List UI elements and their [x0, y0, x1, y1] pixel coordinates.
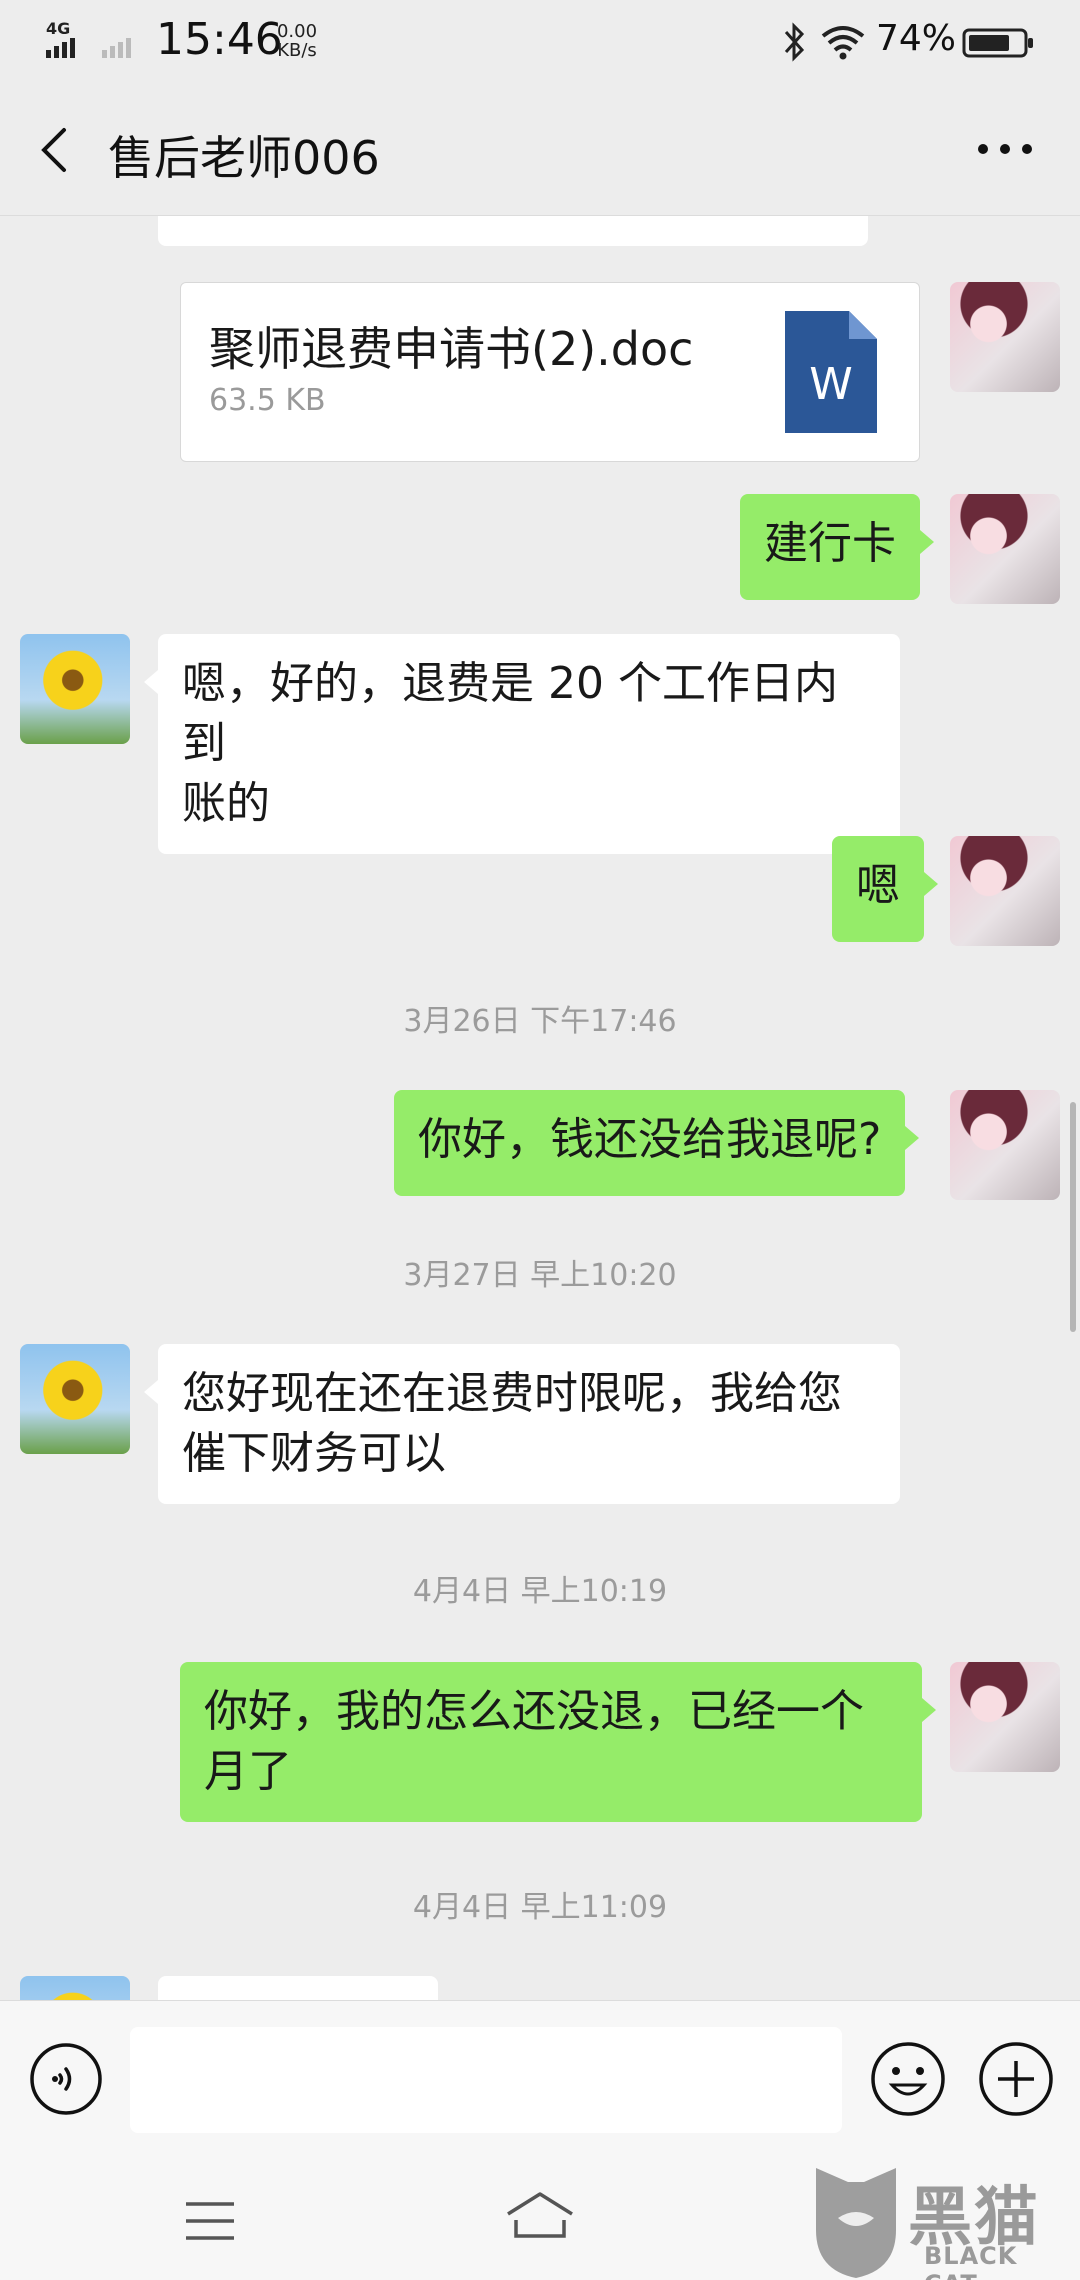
clock: 15:46 [156, 14, 283, 65]
my-message-bubble[interactable]: 建行卡 [740, 494, 934, 600]
file-message[interactable]: 聚师退费申请书(2).doc 63.5 KB W [180, 282, 920, 462]
message-text: 您好现在还在退费时限呢，我给您 [182, 1368, 842, 1419]
file-icon-letter: W [809, 359, 853, 410]
menu-icon [186, 2202, 234, 2240]
black-cat-watermark: 黑猫 BLACK CAT [808, 2160, 1080, 2280]
speed-unit: KB/s [277, 40, 317, 61]
plus-icon [979, 2042, 1053, 2116]
my-avatar[interactable] [950, 282, 1060, 392]
message-text: 嗯，好的，退费是 20 个工作日内到 [182, 658, 838, 769]
my-avatar[interactable] [950, 1090, 1060, 1200]
contact-message-bubble[interactable]: 您好现在还在退费时限呢，我给您 催下财务可以 [144, 1344, 900, 1504]
my-avatar[interactable] [950, 1662, 1060, 1772]
partial-message-bubble[interactable] [158, 1976, 438, 2000]
message-text: 月了 [204, 1746, 292, 1797]
scrollbar-thumb[interactable] [1070, 1102, 1076, 1332]
chat-title: 售后老师006 [108, 131, 380, 185]
chat-message-list[interactable]: 聚师退费申请书(2).doc 63.5 KB W 建行卡 嗯，好的，退费是 20… [0, 216, 1080, 2000]
chevron-left-icon [41, 128, 66, 172]
my-avatar[interactable] [950, 836, 1060, 946]
message-timestamp: 3月26日 下午17:46 [403, 1004, 677, 1039]
message-timestamp: 4月4日 早上10:19 [412, 1574, 668, 1609]
home-key[interactable] [502, 2190, 578, 2246]
back-button[interactable] [30, 120, 90, 180]
word-doc-icon: W [785, 311, 877, 433]
voice-button[interactable] [28, 2041, 104, 2117]
network-speed: 0.00 KB/s [272, 22, 322, 60]
my-message-bubble[interactable]: 你好，钱还没给我退呢? [394, 1090, 920, 1196]
chat-header: 售后老师006 [0, 84, 1080, 216]
partial-message-bubble [158, 216, 868, 246]
more-dots-icon [978, 144, 1032, 154]
contact-avatar[interactable] [20, 1344, 130, 1454]
emoji-button[interactable] [868, 2039, 948, 2119]
watermark-subtext: BLACK CAT [924, 2242, 1018, 2280]
menu-key[interactable] [182, 2196, 238, 2246]
message-text: 你好，钱还没给我退呢? [418, 1114, 882, 1165]
my-message-bubble[interactable]: 你好，我的怎么还没退，已经一个 月了 [180, 1662, 936, 1822]
message-text: 催下财务可以 [182, 1428, 446, 1479]
emoji-icon [871, 2042, 945, 2116]
bluetooth-icon [780, 22, 808, 66]
speed-value: 0.00 [276, 21, 318, 42]
battery-icon [962, 26, 1036, 64]
home-icon [507, 2192, 573, 2238]
signal-icon: 4G [44, 19, 144, 64]
my-message-bubble[interactable]: 嗯 [832, 836, 938, 942]
message-timestamp: 3月27日 早上10:20 [403, 1258, 677, 1293]
more-button[interactable] [970, 124, 1040, 174]
battery-percent: 74% [876, 18, 957, 59]
message-text: 账的 [182, 778, 270, 829]
message-input-bar [0, 2000, 1080, 2160]
voice-icon [30, 2043, 102, 2115]
message-input[interactable] [130, 2027, 842, 2133]
file-name: 聚师退费申请书(2).doc [209, 322, 694, 376]
network-label: 4G [46, 20, 70, 38]
message-text: 你好，我的怎么还没退，已经一个 [204, 1686, 864, 1737]
plus-button[interactable] [976, 2039, 1056, 2119]
cat-logo-icon [816, 2168, 896, 2278]
wifi-icon [820, 22, 866, 66]
file-size: 63.5 KB [209, 383, 326, 418]
message-text: 嗯 [856, 860, 900, 911]
status-bar: 4G 15:46 0.00 KB/s 74% [0, 0, 1080, 84]
contact-avatar[interactable] [20, 634, 130, 744]
my-avatar[interactable] [950, 494, 1060, 604]
contact-avatar[interactable] [20, 1976, 130, 2000]
message-text: 建行卡 [764, 518, 896, 569]
contact-message-bubble[interactable]: 嗯，好的，退费是 20 个工作日内到 账的 [144, 634, 900, 854]
message-timestamp: 4月4日 早上11:09 [412, 1890, 668, 1925]
